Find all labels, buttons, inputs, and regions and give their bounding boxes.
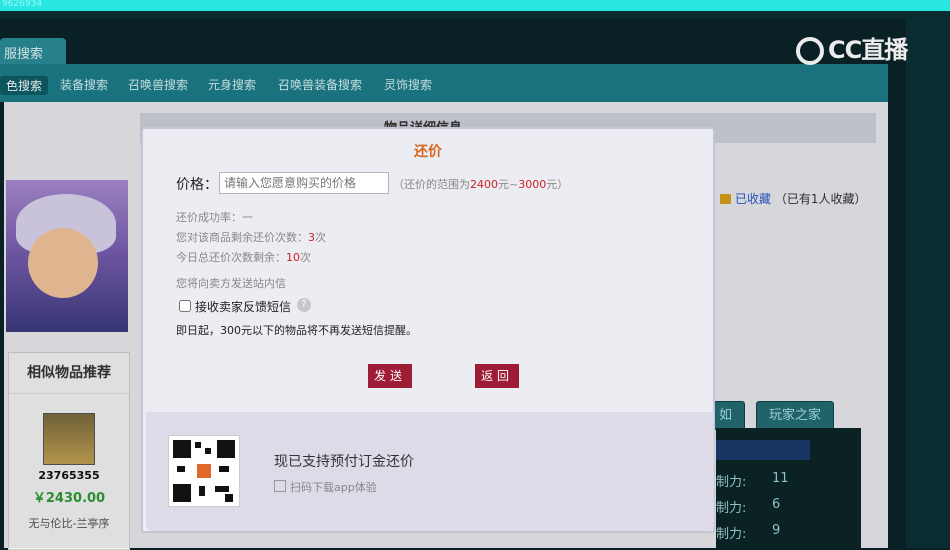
- top-status-bar: 9626934: [0, 0, 950, 11]
- remaining-item-count: 3: [308, 231, 315, 244]
- remaining-item-unit: 次: [315, 231, 326, 244]
- sms-notice: 即日起，300元以下的物品将不再发送短信提醒。: [176, 324, 417, 337]
- range-mid: 元~: [498, 178, 519, 191]
- range-suffix: 元）: [546, 178, 569, 191]
- scan-icon: [274, 480, 286, 492]
- receive-sms-checkbox[interactable]: [179, 300, 191, 312]
- pm-note: 您将向卖方发送站内信: [176, 277, 286, 290]
- dialog-title: 还价: [414, 144, 442, 160]
- range-min: 2400: [470, 178, 498, 191]
- price-input[interactable]: [219, 172, 389, 194]
- app-promo-footer: 现已支持预付订金还价 扫码下载app体验: [146, 412, 714, 531]
- send-button[interactable]: 发送: [368, 364, 412, 388]
- price-range-hint: （还价的范围为2400元~3000元）: [393, 176, 568, 192]
- watermark-text: 9626934: [2, 0, 43, 9]
- promo-subtitle: 扫码下载app体验: [274, 479, 377, 495]
- back-button[interactable]: 返回: [475, 364, 519, 388]
- receive-sms-label[interactable]: 接收卖家反馈短信: [195, 298, 291, 315]
- range-prefix: （还价的范围为: [393, 178, 470, 191]
- price-label: 价格：: [176, 177, 218, 193]
- remaining-today-count: 10: [286, 251, 300, 264]
- promo-subtitle-text: 扫码下载app体验: [290, 481, 377, 494]
- range-max: 3000: [518, 178, 547, 191]
- remaining-item-offers: 您对该商品剩余还价次数：3次: [176, 229, 326, 245]
- qr-code: [168, 435, 240, 507]
- help-icon[interactable]: ?: [297, 298, 311, 312]
- remaining-today-offers: 今日总还价次数剩余：10次: [176, 249, 311, 265]
- remaining-item-label: 您对该商品剩余还价次数：: [176, 231, 308, 244]
- promo-title: 现已支持预付订金还价: [274, 454, 414, 470]
- success-rate: 还价成功率：一: [176, 211, 253, 224]
- remaining-today-label: 今日总还价次数剩余：: [176, 251, 286, 264]
- counter-offer-dialog: 还价 价格： （还价的范围为2400元~3000元） 还价成功率：一 您对该商品…: [141, 127, 715, 533]
- remaining-today-unit: 次: [300, 251, 311, 264]
